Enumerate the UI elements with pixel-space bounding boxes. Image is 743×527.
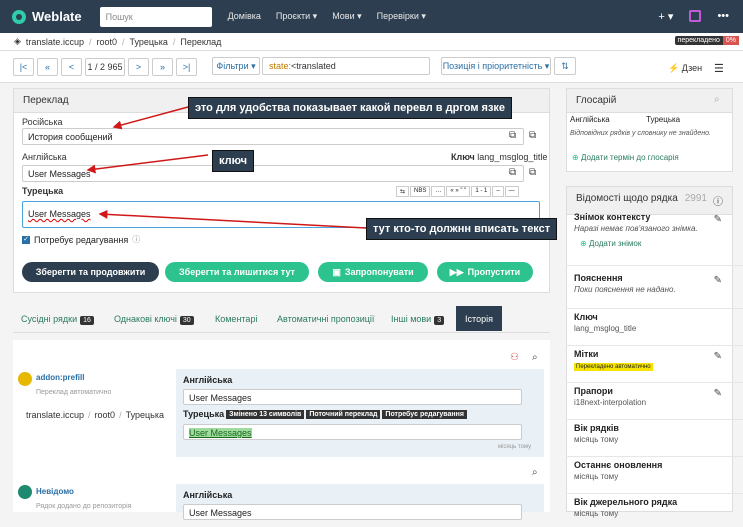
annotation-arrows	[86, 106, 367, 229]
arrow-to-textarea	[98, 209, 367, 229]
annotation-note: ключ	[212, 150, 254, 172]
annotation-note: это для удобства показывает какой перевл…	[188, 97, 513, 119]
annotation-note: тут кто-то должнн вписать текст	[366, 218, 558, 240]
arrow-to-russian	[112, 106, 189, 130]
arrow-to-english	[86, 154, 209, 174]
